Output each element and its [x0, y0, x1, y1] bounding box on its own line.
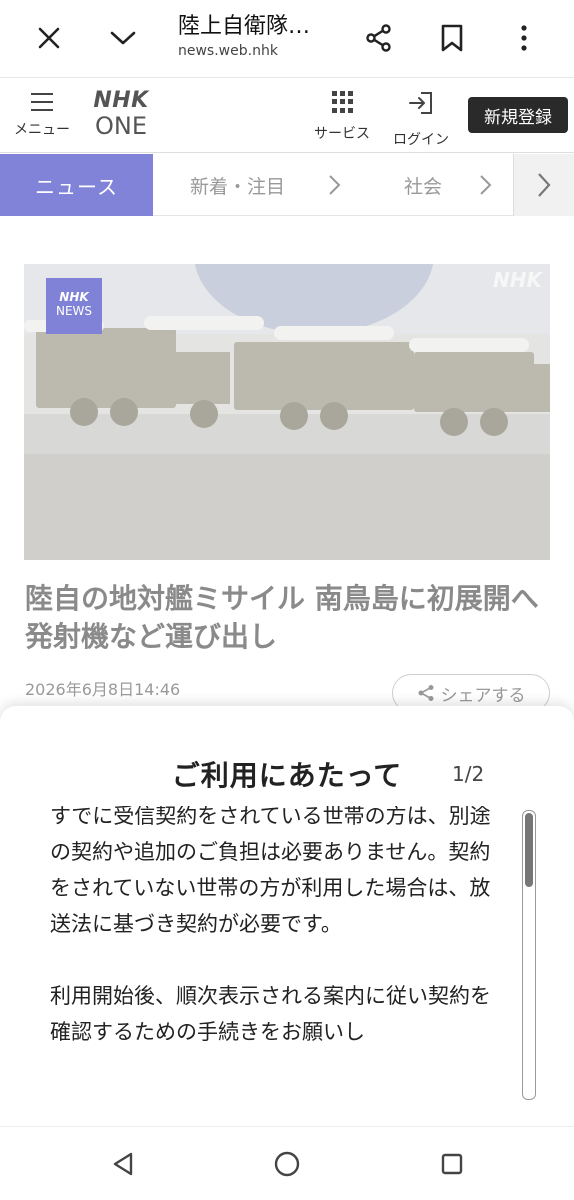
modal-paragraph: 利用開始後、順次表示される案内に従い契約を確認するための手続きをお願いし: [50, 984, 491, 1044]
category-nav: ニュース 新着・注目 社会: [0, 154, 574, 216]
signup-button[interactable]: 新規登録: [468, 97, 568, 133]
page-url: news.web.nhk: [178, 43, 278, 59]
modal-paragraph: すでに受信契約をされている世帯の方は、別途の契約や追加のご負担は必要ありません。…: [50, 806, 491, 936]
page-title: 陸上自衛隊…: [178, 14, 311, 39]
back-icon[interactable]: [108, 1149, 138, 1179]
tab-society[interactable]: 社会: [404, 154, 442, 216]
services-button[interactable]: サービス: [306, 91, 378, 143]
bookmark-icon[interactable]: [430, 16, 474, 60]
share-icon: [418, 685, 433, 701]
site-header: メニュー NHK ONE サービス ログイン 新規登録: [0, 79, 574, 153]
tab-news[interactable]: ニュース: [0, 154, 153, 216]
badge-nhk-text: NHK: [59, 290, 89, 304]
home-icon[interactable]: [272, 1149, 302, 1179]
terms-modal: ご利用にあたって 1/2 すでに受信契約をされている世帯の方は、別途の契約や追加…: [0, 706, 574, 1126]
services-label: サービス: [314, 126, 370, 142]
menu-label: メニュー: [14, 122, 70, 138]
login-label: ログイン: [393, 132, 449, 148]
logo-one-text: ONE: [94, 112, 147, 140]
more-vertical-icon[interactable]: [502, 16, 546, 60]
chevron-right-icon: [329, 175, 341, 195]
modal-title: ご利用にあたって: [171, 759, 403, 792]
badge-news-text: NEWS: [55, 304, 93, 318]
modal-page-indicator: 1/2: [452, 762, 485, 786]
system-navigation-bar: [0, 1126, 574, 1200]
category-next-button[interactable]: [513, 154, 574, 216]
modal-scrollbar[interactable]: [522, 810, 536, 1100]
grid-icon: [331, 91, 353, 113]
hamburger-icon: [31, 93, 53, 111]
browser-toolbar: 陸上自衛隊… news.web.nhk: [0, 0, 574, 78]
article-date: 2026年6月8日14:46: [25, 680, 181, 699]
share-label: シェアする: [440, 685, 526, 706]
login-icon: [409, 92, 432, 114]
chevron-right-icon: [538, 173, 551, 197]
military-trucks-photo: [24, 264, 550, 560]
menu-button[interactable]: メニュー: [10, 89, 74, 145]
share-icon[interactable]: [357, 16, 401, 60]
tab-new-featured[interactable]: 新着・注目: [190, 154, 285, 216]
login-button[interactable]: ログイン: [386, 91, 456, 149]
nhk-one-logo[interactable]: NHK ONE: [84, 88, 158, 140]
modal-body[interactable]: すでに受信契約をされている世帯の方は、別途の契約や追加のご負担は必要ありません。…: [50, 806, 500, 1092]
close-icon[interactable]: [27, 16, 71, 60]
chevron-right-icon: [480, 175, 492, 195]
scrollbar-thumb[interactable]: [525, 813, 533, 887]
nhk-watermark: NHK: [493, 268, 542, 292]
chevron-down-icon[interactable]: [101, 16, 145, 60]
recents-icon[interactable]: [437, 1149, 467, 1179]
article-title: 陸自の地対艦ミサイル 南鳥島に初展開へ 発射機など運び出し: [25, 582, 539, 653]
article-photo: NHK NEWS NHK: [24, 264, 550, 560]
nhk-news-badge: NHK NEWS: [46, 278, 102, 334]
logo-nhk-text: NHK: [93, 88, 149, 113]
